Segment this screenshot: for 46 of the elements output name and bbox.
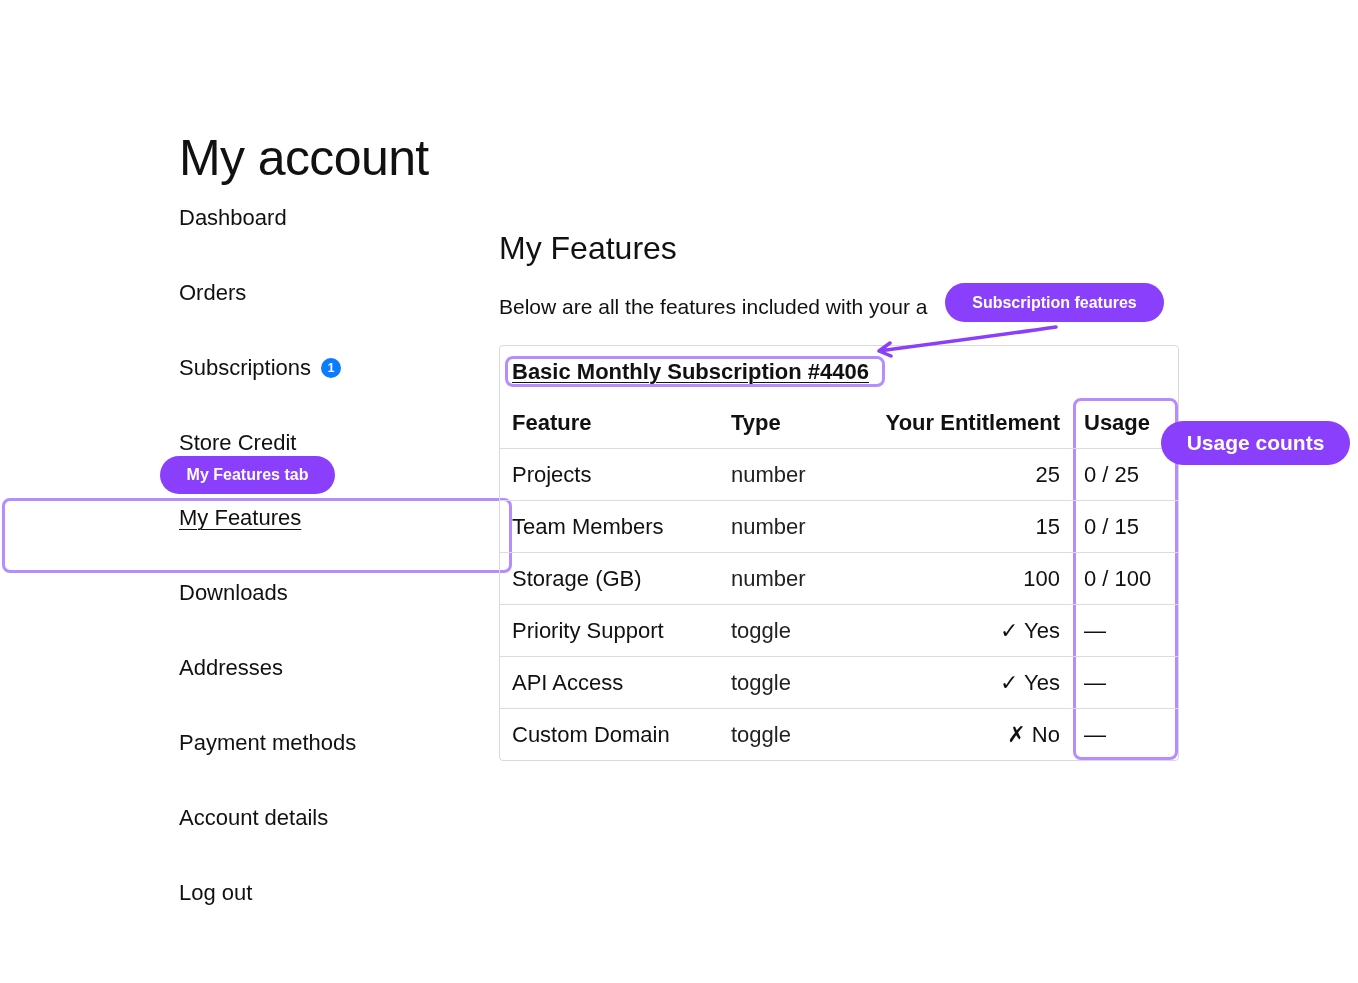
section-heading: My Features [499, 229, 677, 268]
table-cell-text: Storage (GB) [511, 564, 643, 593]
table-cell-text: 25 [1034, 460, 1061, 489]
table-cell-text: toggle [730, 616, 792, 645]
column-header: Feature [511, 408, 593, 437]
nav-link[interactable]: Dashboard [179, 203, 287, 233]
nav-link[interactable]: Orders [179, 278, 247, 308]
table-cell-text: number [730, 564, 807, 593]
table-cell-text: API Access [511, 668, 625, 697]
callout-label: My Features tab [160, 456, 335, 494]
page-title: My account [179, 129, 429, 188]
table-cell-text: — [1083, 668, 1107, 697]
table-cell-text: toggle [730, 668, 792, 697]
table-cell-text: number [730, 460, 807, 489]
nav-link[interactable]: Payment methods [179, 728, 357, 758]
table-cell-text: ✓ Yes [998, 616, 1061, 645]
nav-link[interactable]: Downloads [179, 578, 288, 608]
table-cell-text: 15 [1034, 512, 1061, 541]
callout-label: Usage counts [1161, 421, 1350, 465]
column-header: Usage [1083, 408, 1152, 437]
column-header: Your Entitlement [884, 408, 1061, 437]
notification-count: 1 [321, 358, 342, 378]
table-cell-text: 0 / 15 [1083, 512, 1141, 541]
description-text: Below are all the features included with your a [499, 294, 928, 320]
column-header: Type [730, 408, 782, 437]
table-cell-text: Custom Domain [511, 720, 671, 749]
table-cell-text: Projects [511, 460, 593, 489]
table-cell-text: Priority Support [511, 616, 665, 645]
table-cell-text: number [730, 512, 807, 541]
nav-link[interactable]: Log out [179, 878, 253, 908]
nav-link[interactable]: Addresses [179, 653, 283, 683]
nav-link[interactable]: My Features [179, 503, 302, 533]
table-cell-text: Team Members [511, 512, 665, 541]
table-cell-text: 0 / 25 [1083, 460, 1141, 489]
subscription-link[interactable]: Basic Monthly Subscription #4406 [512, 358, 869, 385]
callout-label: Subscription features [945, 283, 1164, 322]
table-cell-text: ✗ No [1006, 720, 1061, 749]
nav-link[interactable]: Store Credit [179, 428, 297, 458]
table-cell-text: 0 / 100 [1083, 564, 1153, 593]
table-cell-text: 100 [1022, 564, 1061, 593]
table-cell-text: ✓ Yes [998, 668, 1061, 697]
table-cell-text: toggle [730, 720, 792, 749]
table-cell-text: — [1083, 720, 1107, 749]
table-cell-text: — [1083, 616, 1107, 645]
nav-link[interactable]: Subscriptions 1 [179, 353, 342, 383]
nav-link[interactable]: Account details [179, 803, 329, 833]
